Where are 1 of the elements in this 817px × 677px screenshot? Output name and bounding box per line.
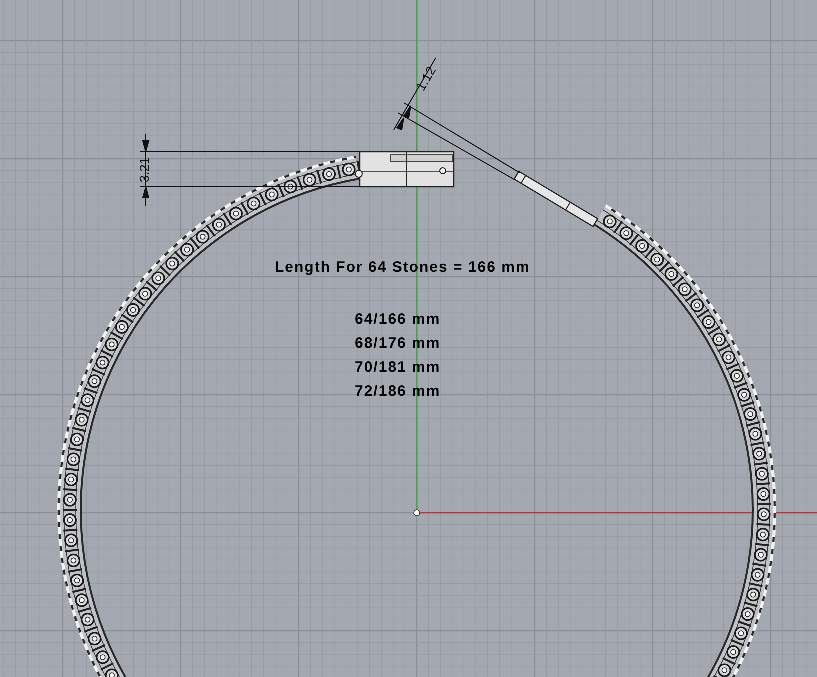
origin-point xyxy=(414,510,420,516)
